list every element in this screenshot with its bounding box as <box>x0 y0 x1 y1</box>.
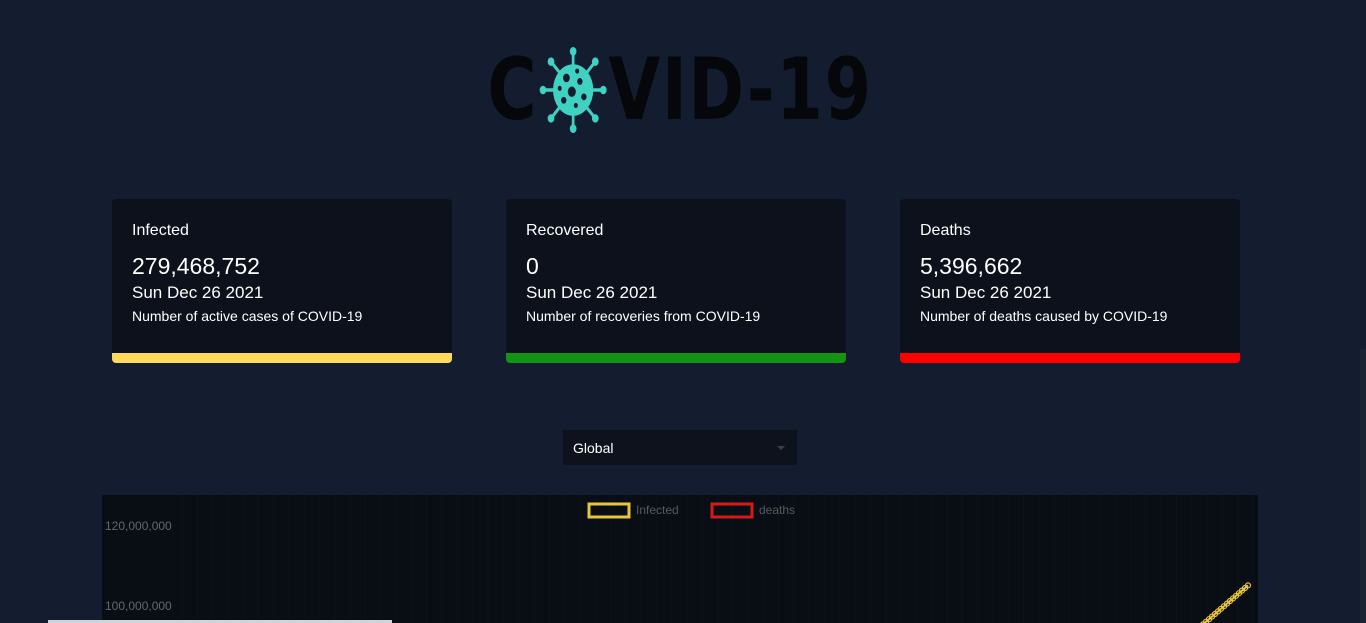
y-tick-label: 100,000,000 <box>105 599 172 613</box>
card-deaths: Deaths 5,396,662 Sun Dec 26 2021 Number … <box>900 199 1240 363</box>
covid-logo: C VID-19 <box>487 47 872 133</box>
card-value: 5,396,662 <box>920 253 1023 279</box>
card-value: 0 <box>526 253 539 279</box>
legend-label: deaths <box>759 503 795 517</box>
virus-icon <box>539 47 607 133</box>
card-description: Number of active cases of COVID-19 <box>132 308 363 324</box>
logo-text-after: VID-19 <box>608 40 873 140</box>
card-accent-bar <box>900 353 1240 363</box>
card-infected: Infected 279,468,752 Sun Dec 26 2021 Num… <box>112 199 452 363</box>
logo-text-before: C <box>487 40 539 140</box>
scrollbar-thumb[interactable] <box>1360 349 1366 623</box>
y-tick-label: 120,000,000 <box>105 519 172 533</box>
cases-chart: Infected deaths 120,000,000 100,000,000 <box>102 495 1258 623</box>
scrollbar-track[interactable] <box>1360 0 1366 623</box>
legend-label: Infected <box>636 503 679 517</box>
card-title: Deaths <box>920 222 971 239</box>
stats-cards: Infected 279,468,752 Sun Dec 26 2021 Num… <box>112 199 1240 363</box>
card-date: Sun Dec 26 2021 <box>132 283 264 302</box>
card-accent-bar <box>506 353 846 363</box>
card-title: Recovered <box>526 222 604 239</box>
chart-svg: Infected deaths 120,000,000 100,000,000 <box>105 495 1254 623</box>
card-date: Sun Dec 26 2021 <box>526 283 658 302</box>
card-recovered: Recovered 0 Sun Dec 26 2021 Number of re… <box>506 199 846 363</box>
card-description: Number of recoveries from COVID-19 <box>526 308 761 324</box>
chevron-down-icon <box>777 445 785 450</box>
country-select[interactable]: Global <box>563 430 797 465</box>
card-value: 279,468,752 <box>132 253 260 279</box>
country-select-value: Global <box>573 439 614 456</box>
card-description: Number of deaths caused by COVID-19 <box>920 308 1168 324</box>
page-header: C VID-19 <box>0 40 1360 140</box>
card-accent-bar <box>112 353 452 363</box>
card-date: Sun Dec 26 2021 <box>920 283 1052 302</box>
card-title: Infected <box>132 222 189 239</box>
